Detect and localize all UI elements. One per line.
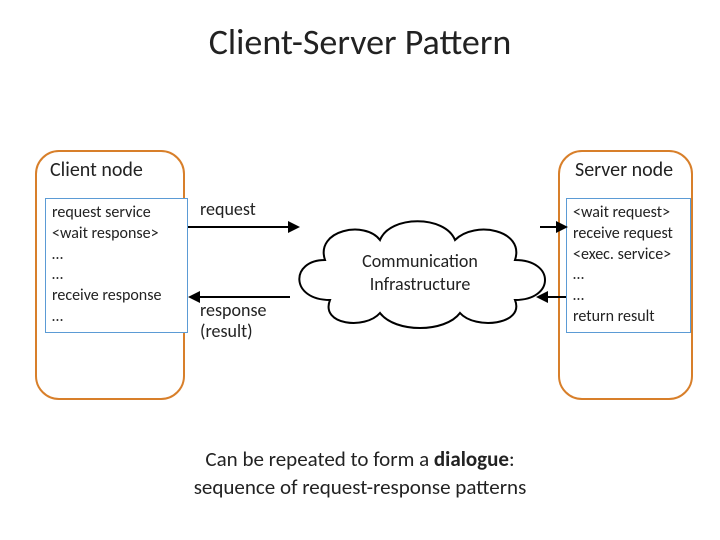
client-step: request service [52, 203, 181, 224]
server-step: <wait request> [573, 203, 684, 224]
response-arrow-head-left [188, 291, 200, 303]
server-step: … [573, 265, 684, 286]
response-arrow-line-left [200, 296, 290, 298]
request-arrow-line [188, 226, 290, 228]
server-step: receive request [573, 224, 684, 245]
client-step: … [52, 307, 181, 328]
cloud-label-line2: Infrastructure [370, 273, 471, 295]
client-step: … [52, 265, 181, 286]
client-steps-box: request service <wait response> … … rece… [45, 198, 188, 333]
client-node-label: Client node [50, 158, 143, 182]
server-step: return result [573, 307, 684, 328]
client-step: … [52, 245, 181, 266]
response-label-line2: (result) [200, 320, 253, 342]
response-label-line1: response [200, 299, 266, 321]
footer-bold: dialogue [434, 446, 509, 472]
slide-title: Client-Server Pattern [0, 20, 720, 64]
footer-pre: Can be repeated to form a [205, 446, 434, 472]
request-label: request [200, 198, 256, 220]
footer-text: Can be repeated to form a dialogue: sequ… [0, 445, 720, 502]
client-step: receive response [52, 286, 181, 307]
footer-post: : [509, 446, 515, 472]
cloud-label: Communication Infrastructure [320, 250, 520, 295]
server-step: <exec. service> [573, 245, 684, 266]
server-steps-box: <wait request> receive request <exec. se… [566, 198, 691, 333]
slide: { "title": "Client-Server Pattern", "cli… [0, 0, 720, 540]
server-step: … [573, 286, 684, 307]
footer-line2: sequence of request-response patterns [194, 474, 527, 500]
response-label: response (result) [200, 300, 285, 341]
server-node-label: Server node [575, 158, 673, 182]
cloud-label-line1: Communication [362, 250, 478, 272]
client-step: <wait response> [52, 224, 181, 245]
